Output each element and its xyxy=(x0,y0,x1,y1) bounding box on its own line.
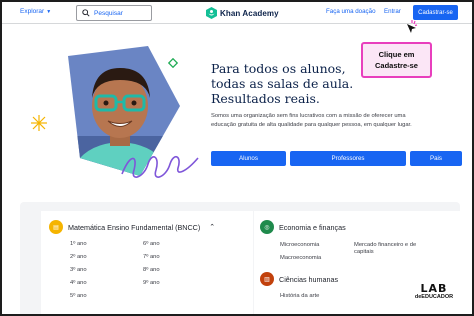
explore-label: Explorar xyxy=(20,8,45,15)
search-input[interactable]: Pesquisar xyxy=(76,5,152,21)
sparkle-icon xyxy=(30,114,48,137)
donate-link[interactable]: Faça uma doação xyxy=(326,8,376,15)
mission-text: Somos uma organização sem fins lucrativo… xyxy=(211,113,412,128)
grade-link[interactable]: 8º ano xyxy=(143,267,160,274)
math-title: Matemática Ensino Fundamental (BNCC) xyxy=(68,222,201,232)
explore-menu[interactable]: Explorar ▼ xyxy=(20,8,51,15)
hero-headline: Para todos os alunos, todas as salas de … xyxy=(211,61,371,106)
math-header[interactable]: ▤ Matemática Ensino Fundamental (BNCC) ⌃ xyxy=(49,220,215,234)
math-card: ▤ Matemática Ensino Fundamental (BNCC) ⌃… xyxy=(41,211,253,314)
teachers-button[interactable]: Professores xyxy=(290,151,406,166)
signup-button[interactable]: Cadastrar-se xyxy=(413,5,458,20)
grade-link[interactable]: 9º ano xyxy=(143,280,160,287)
squiggle-decoration xyxy=(120,148,200,185)
login-link[interactable]: Entrar xyxy=(384,8,401,15)
search-icon xyxy=(82,9,90,17)
lab-educador-watermark: LAB deEDUCADOR xyxy=(411,282,457,300)
economy-link[interactable]: Mercado financeiro e de capitais xyxy=(354,242,434,256)
grade-link[interactable]: 6º ano xyxy=(143,241,160,248)
signup-callout: Clique em Cadastre-se xyxy=(361,42,432,78)
economy-link[interactable]: Macroeconomia xyxy=(280,255,321,262)
search-placeholder: Pesquisar xyxy=(94,9,123,17)
khan-academy-logo[interactable]: Khan Academy xyxy=(206,7,279,19)
page-frame: Explorar ▼ Pesquisar Khan Academy Faça u… xyxy=(0,0,474,316)
humanities-link[interactable]: História da arte xyxy=(280,293,319,300)
columns-icon: ▥ xyxy=(260,272,274,286)
chevron-down-icon: ▼ xyxy=(46,8,52,15)
khan-logo-icon xyxy=(206,7,217,19)
grade-link[interactable]: 2º ano xyxy=(70,254,87,261)
students-button[interactable]: Alunos xyxy=(211,151,286,166)
subjects-panel: ▤ Matemática Ensino Fundamental (BNCC) ⌃… xyxy=(20,202,460,314)
top-nav: Explorar ▼ Pesquisar Khan Academy Faça u… xyxy=(2,2,472,33)
humanities-title: Ciências humanas xyxy=(279,274,339,284)
humanities-header[interactable]: ▥ Ciências humanas xyxy=(260,272,338,286)
callout-line-2: Cadastre-se xyxy=(375,61,418,70)
economy-humanities-card: ◎ Economia e finanças Microeconomia Macr… xyxy=(254,211,460,314)
coin-icon: ◎ xyxy=(260,220,274,234)
headline-line-1: Para todos os alunos, xyxy=(211,61,346,76)
headline-line-2: todas as salas de aula. xyxy=(211,76,354,91)
parents-button[interactable]: Pais xyxy=(410,151,462,166)
watermark-bottom: deEDUCADOR xyxy=(414,294,454,300)
grade-link[interactable]: 3º ano xyxy=(70,267,87,274)
chevron-up-icon: ⌃ xyxy=(209,224,216,231)
calculator-icon: ▤ xyxy=(49,220,63,234)
economy-link[interactable]: Microeconomia xyxy=(280,242,319,249)
callout-line-1: Clique em xyxy=(378,50,415,59)
grade-link[interactable]: 5º ano xyxy=(70,293,87,300)
headline-line-3: Resultados reais. xyxy=(211,91,320,106)
grade-link[interactable]: 1º ano xyxy=(70,241,87,248)
grade-link[interactable]: 4º ano xyxy=(70,280,87,287)
pointer-cursor-icon xyxy=(407,20,418,33)
grade-link[interactable]: 7º ano xyxy=(143,254,160,261)
economy-title: Economia e finanças xyxy=(279,222,346,232)
logo-text: Khan Academy xyxy=(220,8,279,18)
economy-header[interactable]: ◎ Economia e finanças xyxy=(260,220,346,234)
